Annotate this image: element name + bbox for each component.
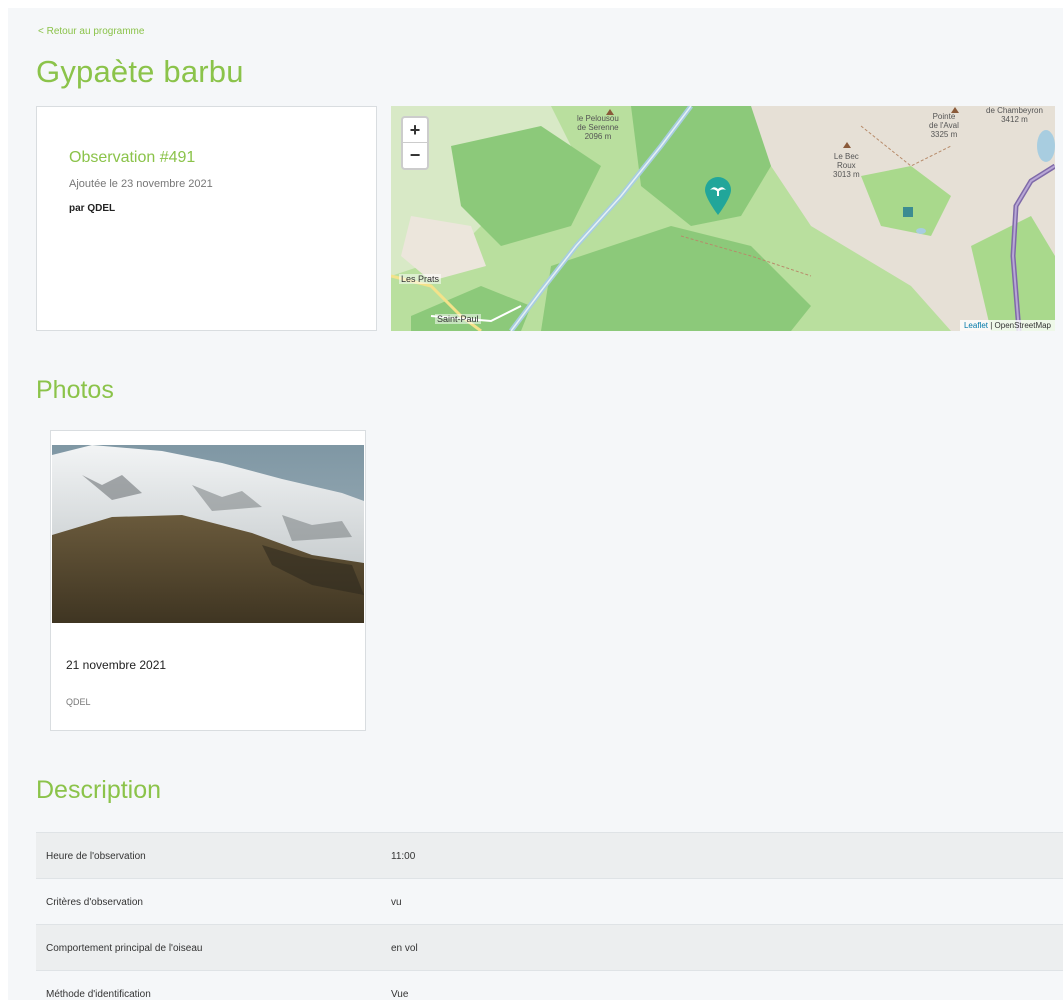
row-value: Vue [391,989,409,1000]
description-table: Heure de l'observation 11:00 Critères d'… [36,832,1063,1000]
photo-author: QDEL [66,697,91,707]
row-key: Critères d'observation [46,897,143,908]
leaflet-link[interactable]: Leaflet [964,321,988,330]
observation-card: Observation #491 Ajoutée le 23 novembre … [36,106,377,331]
observation-added-date: Ajoutée le 23 novembre 2021 [69,178,213,190]
observation-title: Observation #491 [69,149,196,166]
row-key: Méthode d'identification [46,989,151,1000]
photo-card[interactable]: 21 novembre 2021 QDEL [50,430,366,731]
observation-author: par QDEL [69,203,116,214]
table-row: Comportement principal de l'oiseau en vo… [36,924,1063,970]
back-to-program-link[interactable]: < Retour au programme [38,26,144,37]
description-section-title: Description [36,776,162,804]
map-zoom-control: + − [401,116,429,170]
bird-marker-icon[interactable] [703,176,733,216]
page-container: < Retour au programme Gypaète barbu Obse… [8,8,1063,1000]
map-town-label: Saint-Paul [435,314,481,324]
row-key: Comportement principal de l'oiseau [46,943,203,954]
zoom-in-button[interactable]: + [403,118,427,143]
map-peak-label: Le Bec Roux 3013 m [833,152,860,179]
map-town-label: Les Prats [399,274,442,284]
row-key: Heure de l'observation [46,851,146,862]
zoom-out-button[interactable]: − [403,143,427,168]
map-peak-label: de Chambeyron 3412 m [986,106,1043,124]
row-value: en vol [391,943,418,954]
photo-image[interactable] [52,445,364,623]
map-peak-label: le Pelousou de Serenne 2096 m [577,114,619,141]
table-row: Heure de l'observation 11:00 [36,832,1063,878]
photo-date: 21 novembre 2021 [66,658,167,672]
photos-section-title: Photos [36,376,114,404]
row-value: vu [391,897,402,908]
row-value: 11:00 [391,851,416,862]
map-attribution: Leaflet | OpenStreetMap [959,320,1055,331]
map-peak-label: Pointe de l'Aval 3325 m [929,112,959,139]
page-title: Gypaète barbu [36,54,244,89]
table-row: Méthode d'identification Vue [36,970,1063,1000]
map-tiles [391,106,1055,331]
osm-link[interactable]: | OpenStreetMap [988,321,1051,330]
table-row: Critères d'observation vu [36,878,1063,924]
observation-map[interactable]: + − le Pelousou de Serenne 2096 m Pointe… [391,106,1055,331]
